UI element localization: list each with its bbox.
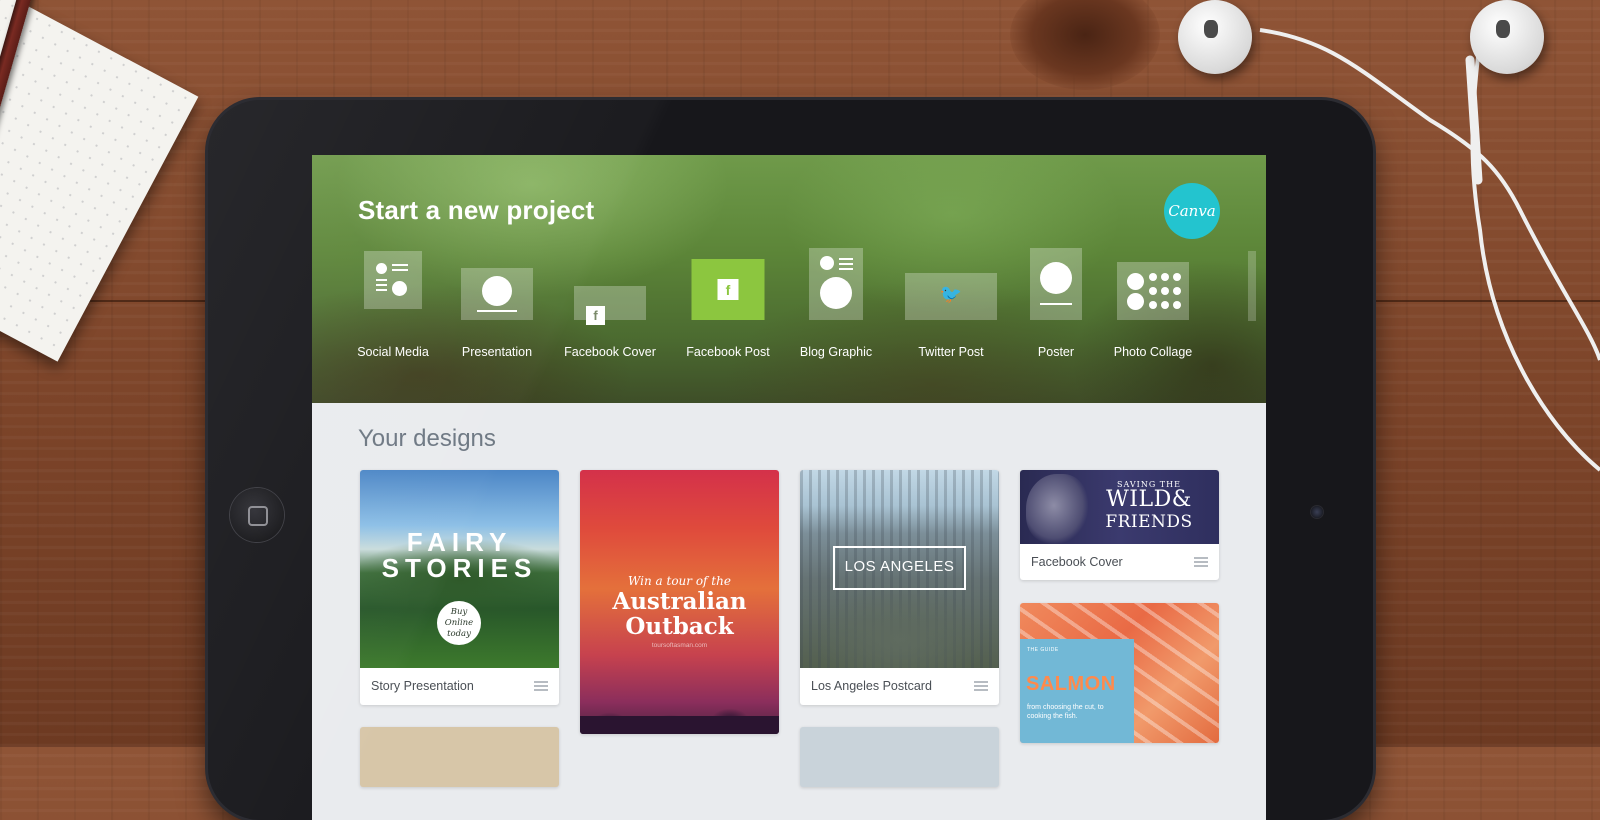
thumb-title: LOS ANGELES — [844, 558, 955, 575]
earbud-right — [1470, 0, 1544, 74]
tablet: Start a new project Canva Social Media P… — [208, 100, 1373, 820]
canva-logo[interactable]: Canva — [1164, 183, 1220, 239]
thumb-title-line: FAIRY — [406, 527, 513, 557]
thumb-url: toursoftasman.com — [651, 642, 708, 649]
project-type-blog-graphic[interactable]: Blog Graphic — [781, 243, 891, 363]
design-card-salmon-guide[interactable]: THE GUIDE SALMON from choosing the cut, … — [1020, 603, 1219, 743]
design-thumbnail: Win a tour of the Australian Outback tou… — [580, 470, 779, 734]
hero-title: Start a new project — [358, 195, 595, 225]
project-type-presentation[interactable]: Presentation — [442, 243, 552, 363]
blog-graphic-icon — [809, 248, 863, 320]
design-card-story-presentation[interactable]: FAIRY STORIES Buy Online today Story Pre… — [360, 470, 559, 705]
thumb-title-line: Australian — [612, 588, 747, 615]
project-type-label: Twitter Post — [918, 345, 984, 359]
project-type-twitter-post[interactable]: 🐦 Twitter Post — [896, 243, 1006, 363]
design-thumbnail: LOS ANGELES — [800, 470, 999, 668]
design-caption: Facebook Cover — [1031, 555, 1123, 569]
project-type-photo-collage[interactable]: Photo Collage — [1098, 243, 1208, 363]
facebook-cover-icon: f — [574, 286, 646, 325]
project-type-label: Blog Graphic — [799, 345, 873, 359]
thumb-title-line: WILD& — [1106, 487, 1192, 512]
card-menu-icon[interactable] — [1194, 557, 1208, 567]
twitter-post-icon: 🐦 — [905, 273, 997, 320]
project-type-label: Presentation — [461, 345, 533, 359]
home-square-icon — [248, 506, 268, 526]
thumb-title-line: FRIENDS — [1105, 512, 1193, 532]
design-card-los-angeles-postcard[interactable]: LOS ANGELES Los Angeles Postcard — [800, 470, 999, 705]
your-designs-heading: Your designs — [358, 425, 496, 452]
thumb-badge: Buy Online today — [437, 601, 481, 645]
thumb-panel: THE GUIDE SALMON from choosing the cut, … — [1020, 639, 1134, 743]
design-card-partial[interactable] — [800, 727, 999, 787]
app-screen: Start a new project Canva Social Media P… — [312, 155, 1266, 820]
card-menu-icon[interactable] — [534, 681, 548, 691]
home-button[interactable] — [230, 488, 284, 542]
design-caption: Story Presentation — [371, 679, 474, 693]
facebook-post-icon: f — [691, 259, 765, 320]
project-type-label: Photo Collage — [1113, 345, 1193, 359]
design-caption: Los Angeles Postcard — [811, 679, 932, 693]
project-type-label: Facebook Post — [686, 345, 770, 359]
project-type-label: Poster — [1037, 345, 1075, 359]
design-thumbnail: FAIRY STORIES Buy Online today — [360, 470, 559, 668]
presentation-icon — [461, 268, 533, 320]
earbud-left — [1178, 0, 1252, 74]
riders-silhouette — [580, 674, 779, 734]
project-type-label: Social Media — [357, 345, 429, 359]
social-media-icon — [364, 251, 422, 309]
design-thumbnail: THE GUIDE SALMON from choosing the cut, … — [1020, 603, 1219, 743]
thumb-kicker: THE GUIDE — [1027, 647, 1059, 653]
thumb-title: SALMON — [1026, 673, 1116, 695]
card-menu-icon[interactable] — [974, 681, 988, 691]
design-card-partial[interactable] — [360, 727, 559, 787]
thumb-title-line: STORIES — [381, 553, 538, 583]
photo-collage-icon — [1117, 262, 1189, 320]
project-type-poster[interactable]: Poster — [1001, 243, 1111, 363]
design-card-outback-poster[interactable]: Win a tour of the Australian Outback tou… — [580, 470, 779, 734]
project-type-facebook-post[interactable]: f Facebook Post — [673, 243, 783, 363]
lion-image — [1026, 474, 1088, 544]
new-project-banner: Start a new project Canva Social Media P… — [312, 155, 1266, 403]
project-type-social-media[interactable]: Social Media — [338, 243, 448, 363]
project-type-label: Facebook Cover — [564, 345, 656, 359]
poster-icon — [1030, 248, 1082, 320]
project-type-facebook-cover[interactable]: f Facebook Cover — [555, 243, 665, 363]
design-thumbnail: SAVING THE WILD& FRIENDS — [1020, 470, 1219, 544]
thumb-subtitle: Win a tour of the — [628, 574, 731, 588]
thumb-title-line: Outback — [625, 613, 734, 640]
camera — [1311, 506, 1323, 518]
more-project-types-tile[interactable] — [1248, 251, 1256, 321]
thumb-subtitle: from choosing the cut, to cooking the fi… — [1027, 704, 1104, 720]
design-card-facebook-cover[interactable]: SAVING THE WILD& FRIENDS Facebook Cover — [1020, 470, 1219, 580]
